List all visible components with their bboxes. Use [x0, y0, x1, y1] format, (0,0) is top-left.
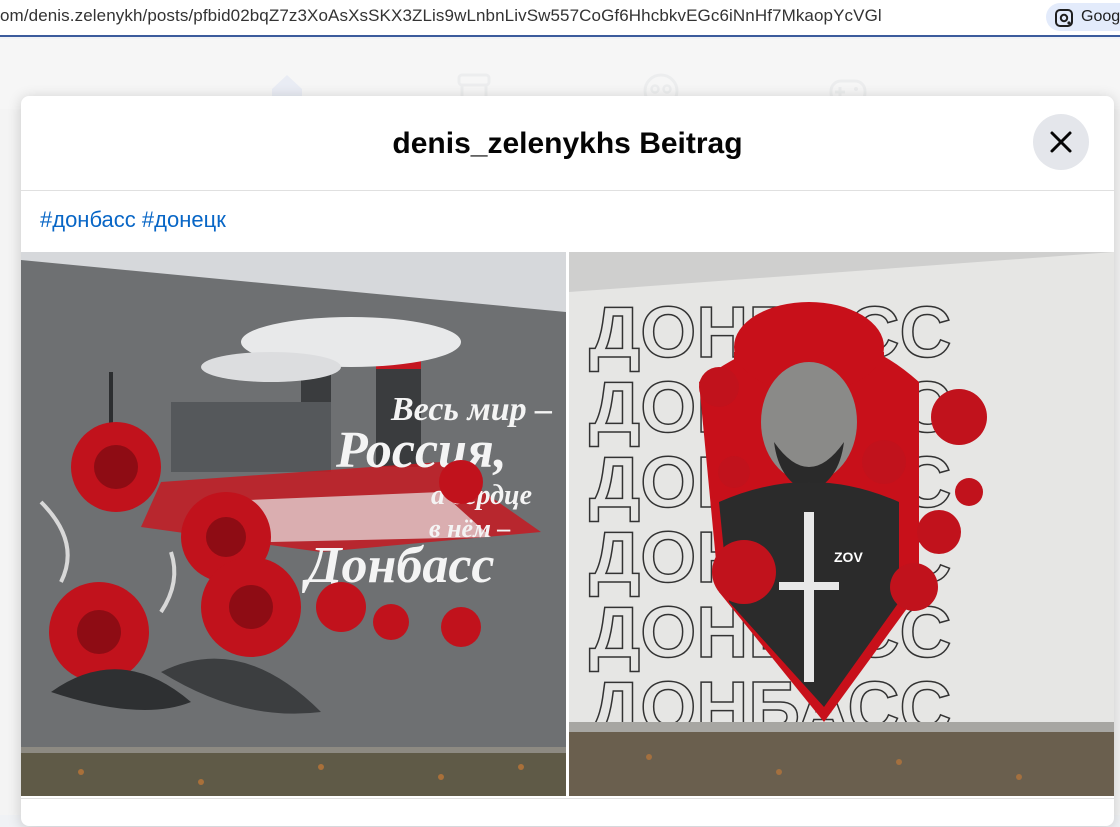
mural-image-2: ДОНБАСС ДОНБАСС ДОНБАСС ДОНБАСС ДОНБАСС …	[569, 252, 1114, 796]
zov-badge: ZOV	[834, 549, 863, 565]
photo-grid: Весь мир – Россия, а сердце в нём – Донб…	[21, 252, 1114, 796]
url-field[interactable]: om/denis.zelenykh/posts/pfbid02bqZ7z3XoA…	[0, 6, 882, 26]
mural-image: Весь мир – Россия, а сердце в нём – Донб…	[21, 252, 566, 796]
google-lens-chip[interactable]: Goog	[1046, 3, 1120, 31]
post-text: #донбасс #донецк	[40, 207, 226, 233]
photo-mural-roses[interactable]: Весь мир – Россия, а сердце в нём – Донб…	[21, 252, 566, 796]
dialog-header: denis_zelenykhs Beitrag	[21, 96, 1114, 191]
lens-label: Goog	[1081, 8, 1120, 25]
hashtag-donetsk[interactable]: #донецк	[142, 207, 226, 232]
dialog-title: denis_zelenykhs Beitrag	[392, 127, 743, 160]
mural-line-2: Россия,	[335, 422, 507, 479]
close-button[interactable]	[1033, 114, 1089, 170]
close-icon	[1050, 131, 1072, 153]
hashtag-donbass[interactable]: #донбасс	[40, 207, 136, 232]
dialog-footer-edge	[21, 798, 1114, 827]
post-dialog: denis_zelenykhs Beitrag #донбасс #донецк	[21, 96, 1114, 826]
photo-mural-soldier[interactable]: ДОНБАСС ДОНБАСС ДОНБАСС ДОНБАСС ДОНБАСС …	[569, 252, 1114, 796]
lens-icon	[1055, 9, 1073, 27]
browser-address-bar: om/denis.zelenykh/posts/pfbid02bqZ7z3XoA…	[0, 0, 1120, 37]
